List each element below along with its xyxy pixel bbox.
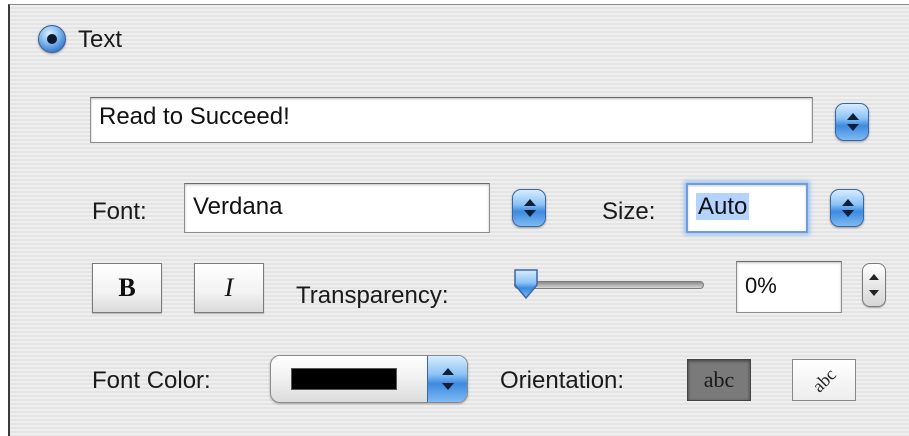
popup-arrows-icon: [524, 199, 536, 206]
transparency-value-field[interactable]: 0%: [736, 261, 842, 313]
orientation-horizontal-button[interactable]: abc: [687, 359, 751, 401]
text-presets-popup-button[interactable]: [835, 103, 869, 141]
font-color-label: Font Color:: [92, 367, 211, 394]
orientation-label: Orientation:: [500, 367, 625, 394]
orientation-diagonal-button[interactable]: abc: [792, 359, 856, 401]
transparency-stepper[interactable]: [862, 263, 886, 307]
popup-arrows-icon: [842, 199, 854, 206]
text-radio-label: Text: [78, 26, 123, 53]
size-field[interactable]: Auto: [686, 183, 808, 233]
font-color-swatch: [291, 368, 397, 390]
text-content-field[interactable]: Read to Succeed!: [90, 97, 813, 143]
size-label: Size:: [602, 198, 656, 225]
italic-button[interactable]: I: [194, 263, 264, 313]
radio-selected-icon: [47, 34, 57, 44]
transparency-label: Transparency:: [296, 282, 449, 309]
orientation-diagonal-label: abc: [807, 363, 840, 396]
transparency-slider-thumb[interactable]: [512, 267, 540, 301]
text-radio-button[interactable]: [38, 25, 66, 53]
font-color-popup[interactable]: [270, 355, 468, 403]
text-options-panel: Text Read to Succeed! Font: Verdana Size…: [8, 4, 909, 436]
font-popup-button[interactable]: [512, 189, 546, 227]
font-field[interactable]: Verdana: [184, 183, 490, 233]
popup-arrows-icon: [847, 113, 859, 120]
bold-button[interactable]: B: [92, 263, 162, 313]
popup-arrows-icon: [427, 356, 467, 402]
size-popup-button[interactable]: [830, 189, 864, 227]
font-label: Font:: [92, 198, 147, 225]
transparency-slider-track[interactable]: [514, 281, 704, 289]
size-value-selected: Auto: [696, 193, 750, 220]
stepper-arrows-icon: [869, 274, 879, 280]
